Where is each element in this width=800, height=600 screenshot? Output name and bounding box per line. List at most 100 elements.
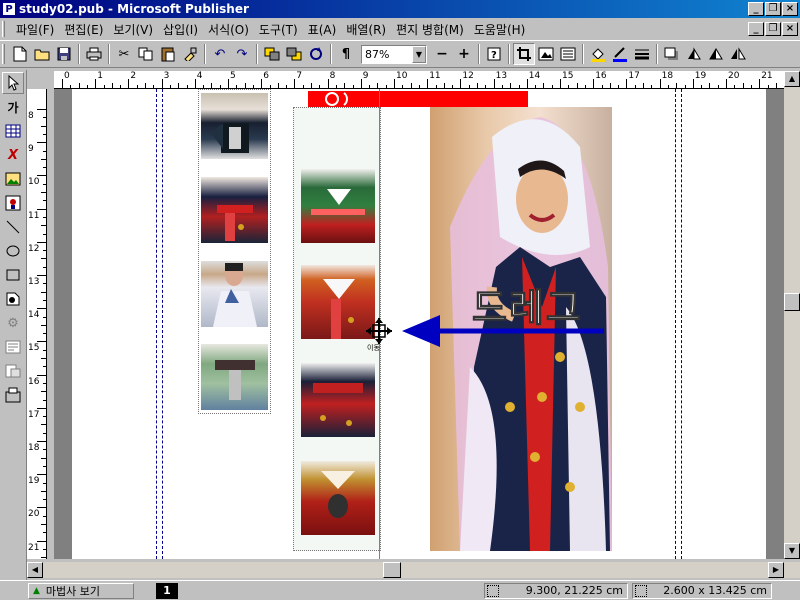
ruler-corner[interactable] [27, 71, 54, 89]
hanbok-photo-green[interactable] [301, 169, 375, 243]
ruler-number: 0 [64, 71, 70, 81]
fill-color-icon[interactable] [587, 43, 609, 65]
menu-insert[interactable]: 삽입(I) [158, 21, 203, 38]
ruler-tick [37, 374, 46, 376]
zoom-in-button[interactable]: + [453, 43, 475, 65]
horizontal-scrollbar[interactable]: ◀ ▶ [27, 562, 800, 578]
ruler-tick [37, 441, 46, 442]
open-folder-icon[interactable] [31, 43, 53, 65]
line-color-icon[interactable] [609, 43, 631, 65]
restore-button[interactable]: ❐ [765, 2, 781, 16]
ruler-minor-tick [43, 333, 46, 335]
hanbok-thumbnail-2[interactable] [201, 177, 268, 243]
ruler-minor-tick [41, 490, 46, 492]
zoom-select[interactable]: 87% ▼ [361, 44, 427, 64]
hanbok-thumbnail-1[interactable] [201, 93, 268, 159]
wordart-tool-icon[interactable]: X [2, 144, 24, 166]
bring-to-front-icon[interactable] [261, 43, 283, 65]
crop-icon[interactable] [513, 43, 535, 65]
vertical-ruler[interactable]: 8 9 10 11 12 13 14 15 16 17 18 19 20 21 [27, 89, 47, 559]
menu-tools[interactable]: 도구(T) [254, 21, 303, 38]
ruler-number: 13 [28, 277, 40, 287]
hanbok-photo-orange[interactable] [301, 265, 375, 339]
minimize-button[interactable]: _ [748, 2, 764, 16]
ruler-minor-tick [43, 548, 46, 550]
scroll-right-button[interactable]: ▶ [768, 562, 784, 578]
ruler-minor-tick [43, 382, 46, 384]
copy-icon[interactable] [135, 43, 157, 65]
ruler-number: 21 [761, 71, 773, 81]
ruler-minor-tick [43, 316, 46, 318]
publication-page[interactable]: 드레그 이동 [72, 89, 766, 559]
red-header-band[interactable] [308, 91, 528, 107]
table-frame-tool-icon[interactable] [2, 120, 24, 142]
show-special-characters-icon[interactable]: ¶ [335, 43, 357, 65]
custom-shapes-tool-icon[interactable] [2, 288, 24, 310]
flip-horizontal-icon[interactable] [727, 43, 749, 65]
html-fragment-tool-icon[interactable] [2, 360, 24, 382]
menu-edit[interactable]: 편집(E) [59, 21, 108, 38]
ruler-tick [228, 79, 229, 88]
workspace[interactable]: 드레그 이동 [54, 89, 784, 559]
doc-close-button[interactable]: × [782, 22, 798, 36]
menu-file[interactable]: 파일(F) [11, 21, 59, 38]
vertical-scrollbar[interactable]: ▲ ▼ [784, 71, 800, 559]
menu-arrange[interactable]: 배열(R) [341, 21, 391, 38]
vertical-scroll-thumb[interactable] [784, 293, 800, 311]
picture-frame-tool-icon[interactable] [2, 168, 24, 190]
design-gallery-tool-icon[interactable] [2, 384, 24, 406]
doc-restore-button[interactable]: ❐ [765, 22, 781, 36]
form-control-tool-icon[interactable] [2, 336, 24, 358]
format-painter-icon[interactable] [179, 43, 201, 65]
cut-scissors-icon[interactable]: ✂ [113, 43, 135, 65]
wizard-toggle-button[interactable]: ▲ 마법사 보기 [28, 582, 134, 599]
line-style-icon[interactable] [631, 43, 653, 65]
page-navigator[interactable]: 1 [156, 582, 178, 599]
hanbok-thumbnail-3[interactable] [201, 261, 268, 327]
new-icon[interactable] [9, 43, 31, 65]
scroll-up-button[interactable]: ▲ [784, 71, 800, 87]
text-wrap-icon[interactable] [557, 43, 579, 65]
menu-format[interactable]: 서식(O) [203, 21, 254, 38]
ruler-tick [427, 79, 429, 88]
horizontal-scroll-thumb[interactable] [383, 562, 401, 578]
scroll-left-button[interactable]: ◀ [27, 562, 43, 578]
rotate-icon[interactable] [305, 43, 327, 65]
pointer-tool-icon[interactable] [2, 72, 24, 94]
send-to-back-icon[interactable] [283, 43, 305, 65]
flip-vertical-icon[interactable] [683, 43, 705, 65]
zoom-out-button[interactable]: − [431, 43, 453, 65]
picture-wrap-icon[interactable] [535, 43, 557, 65]
hotspot-tool-icon[interactable]: ⚙ [2, 312, 24, 334]
toolbar-separator [656, 44, 658, 64]
ruler-number: 12 [462, 71, 474, 81]
position-icon [487, 584, 499, 597]
publisher-app-icon[interactable]: P [2, 2, 16, 16]
clip-gallery-tool-icon[interactable] [2, 192, 24, 214]
redo-icon[interactable]: ↷ [231, 43, 253, 65]
rotate-left-icon[interactable] [705, 43, 727, 65]
scroll-down-button[interactable]: ▼ [784, 543, 800, 559]
shadow-icon[interactable] [661, 43, 683, 65]
rectangle-tool-icon[interactable] [2, 264, 24, 286]
paste-clipboard-icon[interactable] [157, 43, 179, 65]
ruler-tick [37, 540, 46, 542]
close-button[interactable]: × [782, 2, 798, 16]
doc-minimize-button[interactable]: _ [748, 22, 764, 36]
help-icon[interactable]: ? [483, 43, 505, 65]
line-tool-icon[interactable] [2, 216, 24, 238]
undo-icon[interactable]: ↶ [209, 43, 231, 65]
print-icon[interactable] [83, 43, 105, 65]
menu-mail-merge[interactable]: 편지 병합(M) [391, 21, 469, 38]
oval-tool-icon[interactable] [2, 240, 24, 262]
menu-view[interactable]: 보기(V) [108, 21, 158, 38]
horizontal-ruler[interactable]: 0 1 2 3 4 5 6 7 8 9 10 11 12 13 14 15 16 17 18 19 20 21 [54, 71, 784, 89]
hanbok-photo-gold[interactable] [301, 461, 375, 535]
hanbok-photo-navy[interactable] [301, 363, 375, 437]
save-icon[interactable] [53, 43, 75, 65]
menu-help[interactable]: 도움말(H) [469, 21, 531, 38]
menu-table[interactable]: 표(A) [303, 21, 342, 38]
chevron-down-icon[interactable]: ▼ [412, 45, 426, 63]
text-frame-tool-icon[interactable]: 가 [2, 96, 24, 118]
hanbok-thumbnail-4[interactable] [201, 344, 268, 410]
